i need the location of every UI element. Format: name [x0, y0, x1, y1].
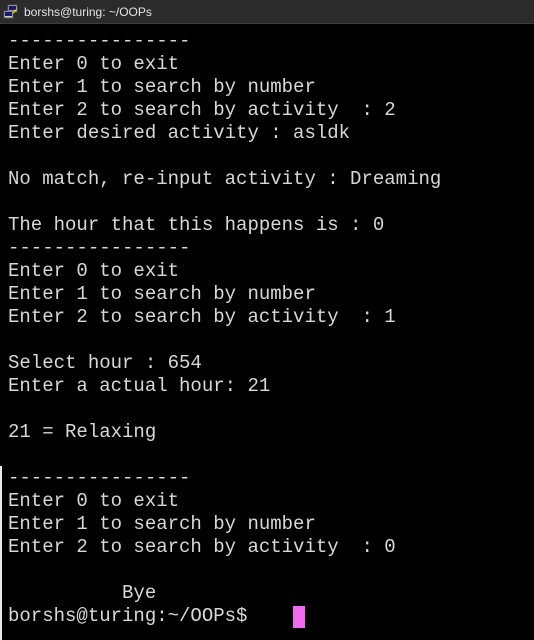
terminal-line: Enter 1 to search by number — [8, 76, 316, 98]
terminal-line: Enter 1 to search by number — [8, 513, 316, 535]
terminal-line: Enter 0 to exit — [8, 490, 180, 512]
terminal-line: Enter 2 to search by activity : 2 — [8, 99, 396, 121]
title-bar[interactable]: borshs@turing: ~/OOPs — [0, 0, 534, 24]
terminal-line: The hour that this happens is : 0 — [8, 214, 385, 236]
terminal-line: Enter 0 to exit — [8, 260, 180, 282]
shell-prompt[interactable]: borshs@turing:~/OOPs$ — [8, 605, 259, 628]
text-cursor — [293, 606, 305, 628]
terminal-line: Enter a actual hour: 21 — [8, 375, 271, 397]
terminal-window[interactable]: borshs@turing: ~/OOPs ---------------- E… — [0, 0, 534, 640]
selection-edge — [0, 466, 2, 640]
terminal-line: Enter 2 to search by activity : 0 — [8, 536, 396, 558]
terminal-line: No match, re-input activity : Dreaming — [8, 168, 442, 190]
terminal-line: ---------------- — [8, 30, 191, 52]
window-title: borshs@turing: ~/OOPs — [24, 4, 152, 19]
terminal-line: ---------------- — [8, 467, 191, 489]
terminal-line: Enter 2 to search by activity : 1 — [8, 306, 396, 328]
terminal-line: 21 = Relaxing — [8, 421, 157, 443]
terminal-line: Select hour : 654 — [8, 352, 202, 374]
terminal-line: Bye — [8, 582, 157, 604]
terminal-line: Enter desired activity : asldk — [8, 122, 351, 144]
terminal-line: ---------------- — [8, 237, 191, 259]
terminal-output[interactable]: ---------------- Enter 0 to exit Enter 1… — [0, 30, 534, 640]
terminal-line: Enter 0 to exit — [8, 53, 180, 75]
putty-icon[interactable] — [3, 4, 19, 20]
terminal-line: Enter 1 to search by number — [8, 283, 316, 305]
